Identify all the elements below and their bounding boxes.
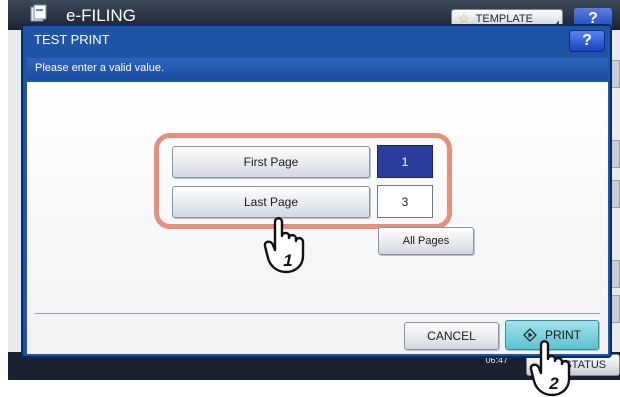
last-page-value[interactable]: 3 <box>377 185 433 218</box>
test-print-dialog: TEST PRINT ? Please enter a valid value.… <box>21 24 612 358</box>
first-page-button[interactable]: First Page <box>172 146 370 178</box>
step-2-label: 2 <box>548 374 559 393</box>
cancel-button[interactable]: CANCEL <box>404 322 499 350</box>
divider <box>35 313 600 314</box>
step-1-label: 1 <box>283 251 292 270</box>
efiling-logo-icon <box>30 4 47 22</box>
hand-pointer-icon: 2 <box>529 340 571 397</box>
app-title: e-FILING <box>66 6 136 25</box>
dialog-content: First Page 1 Last Page 3 All Pages CANCE… <box>27 82 608 354</box>
hand-pointer-icon: 1 <box>263 217 305 274</box>
all-pages-button[interactable]: All Pages <box>378 227 474 255</box>
first-page-value[interactable]: 1 <box>377 145 433 178</box>
message-text: Please enter a valid value. <box>35 62 165 74</box>
dialog-help-button[interactable]: ? <box>569 30 605 52</box>
message-bar: Please enter a valid value. <box>27 58 608 80</box>
dialog-title: TEST PRINT <box>34 32 110 47</box>
